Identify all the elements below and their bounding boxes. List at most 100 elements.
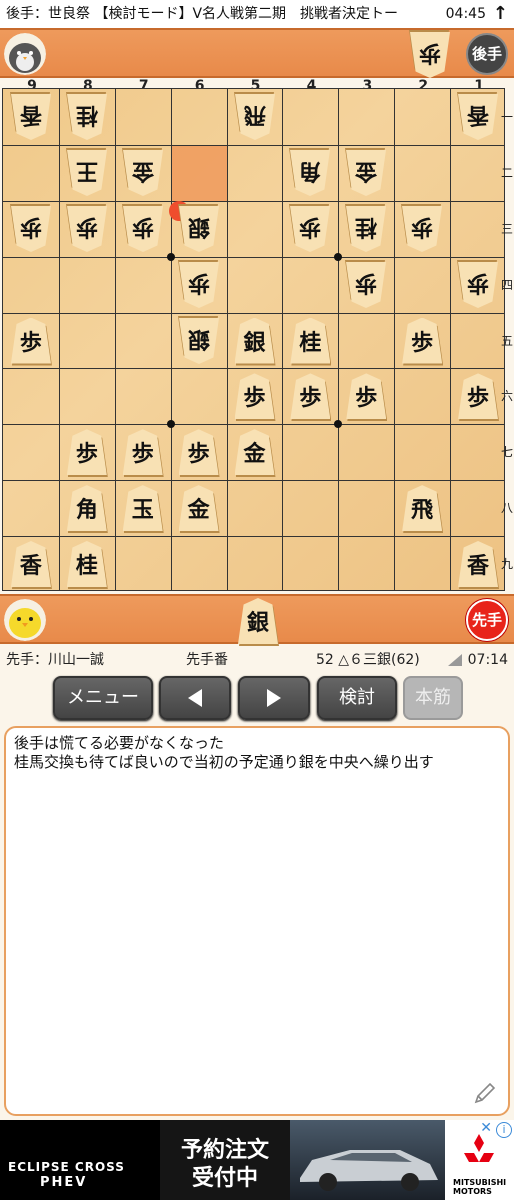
shogi-piece-sente[interactable]: 飛 xyxy=(402,485,444,534)
shogi-piece-gote[interactable]: 歩 xyxy=(67,206,107,252)
piece-glyph: 歩 xyxy=(19,329,42,356)
piece-glyph: 飛 xyxy=(411,497,434,524)
piece-glyph: 桂 xyxy=(355,213,378,240)
shogi-piece-sente[interactable]: 歩 xyxy=(402,317,444,366)
shogi-piece-gote[interactable]: 歩 xyxy=(402,206,442,252)
current-move: 52 △６三銀(62) xyxy=(316,652,420,668)
pencil-icon[interactable] xyxy=(472,1080,498,1106)
shogi-piece-gote[interactable]: 桂 xyxy=(346,206,386,252)
board-area: 987654321 香桂飛香王金角金歩歩歩銀歩桂歩歩歩歩銀歩銀桂歩歩歩歩歩歩歩歩… xyxy=(0,78,514,594)
shogi-piece-sente[interactable]: 銀 xyxy=(234,317,276,366)
shogi-piece-gote[interactable]: 飛 xyxy=(235,94,275,140)
piece-glyph: 金 xyxy=(243,441,266,468)
shogi-piece-sente[interactable]: 香 xyxy=(458,541,500,590)
piece-glyph: 金 xyxy=(355,157,378,184)
rank-label: 一 xyxy=(500,109,513,124)
mainline-button[interactable]: 本筋 xyxy=(403,676,463,720)
shogi-piece-gote[interactable]: 桂 xyxy=(67,94,107,140)
grid-line-vertical xyxy=(170,89,172,590)
piece-glyph: 歩 xyxy=(187,269,210,296)
shogi-piece-gote[interactable]: 歩 xyxy=(410,32,450,78)
piece-glyph: 王 xyxy=(75,157,98,184)
grid-line-horizontal xyxy=(3,424,504,426)
sente-avatar[interactable] xyxy=(4,599,46,641)
shogi-piece-gote[interactable]: 歩 xyxy=(123,206,163,252)
signal-triangle-icon xyxy=(448,654,462,666)
ad-brand-sub: PHEV xyxy=(40,1175,88,1190)
piece-glyph: 桂 xyxy=(299,329,322,356)
piece-glyph: 歩 xyxy=(243,385,266,412)
upload-arrow-icon: ↑ xyxy=(492,3,508,24)
sente-hand-area: 銀 先手 xyxy=(0,594,514,646)
triangle-right-icon xyxy=(267,689,281,707)
piece-glyph: 歩 xyxy=(299,213,322,240)
shogi-piece-gote[interactable]: 角 xyxy=(290,150,330,196)
shogi-piece-gote[interactable]: 王 xyxy=(67,150,107,196)
shogi-piece-sente[interactable]: 金 xyxy=(234,429,276,478)
piece-glyph: 歩 xyxy=(467,385,490,412)
shogi-piece-gote[interactable]: 歩 xyxy=(179,262,219,308)
info-icon[interactable]: i xyxy=(496,1122,512,1138)
shogi-piece-sente[interactable]: 歩 xyxy=(234,373,276,422)
chick-avatar-icon xyxy=(4,599,46,641)
shogi-piece-sente[interactable]: 歩 xyxy=(178,429,220,478)
grid-line-horizontal xyxy=(3,536,504,538)
menu-button[interactable]: メニュー xyxy=(53,676,153,720)
piece-glyph: 歩 xyxy=(355,269,378,296)
shogi-piece-sente[interactable]: 銀 xyxy=(238,598,279,646)
gote-hand-area: 歩 後手 xyxy=(0,28,514,78)
analysis-button[interactable]: 検討 xyxy=(317,676,397,720)
grid-line-vertical xyxy=(450,89,452,590)
gote-avatar[interactable] xyxy=(4,33,46,75)
comment-box[interactable]: 後手は慌てる必要がなくなった 桂馬交換も待てば良いので当初の予定通り銀を中央へ繰… xyxy=(4,726,510,1116)
status-bar: 後手：世良祭 【検討モード】V名人戦第二期 挑戦者決定トー 04:45 ↑ xyxy=(0,0,514,28)
close-icon[interactable]: ✕ xyxy=(480,1120,492,1136)
shogi-piece-gote[interactable]: 歩 xyxy=(346,262,386,308)
piece-glyph: 銀 xyxy=(187,325,210,352)
shogi-piece-gote[interactable]: 銀 xyxy=(179,318,219,364)
piece-glyph: 桂 xyxy=(75,553,98,580)
piece-glyph: 飛 xyxy=(243,101,266,128)
shogi-piece-sente[interactable]: 歩 xyxy=(122,429,164,478)
shogi-piece-gote[interactable]: 香 xyxy=(11,94,51,140)
shogi-piece-gote[interactable]: 歩 xyxy=(290,206,330,252)
shogi-piece-sente[interactable]: 歩 xyxy=(10,317,52,366)
grid-line-horizontal xyxy=(3,368,504,370)
shogi-piece-sente[interactable]: 桂 xyxy=(290,317,332,366)
rank-label: 六 xyxy=(500,389,513,404)
penguin-avatar-icon xyxy=(4,33,46,75)
piece-glyph: 歩 xyxy=(411,213,434,240)
shogi-piece-gote[interactable]: 歩 xyxy=(458,262,498,308)
next-move-button[interactable] xyxy=(238,676,310,720)
rank-label: 八 xyxy=(500,501,513,516)
piece-glyph: 歩 xyxy=(187,441,210,468)
shogi-piece-sente[interactable]: 香 xyxy=(10,541,52,590)
shogi-piece-sente[interactable]: 歩 xyxy=(346,373,388,422)
piece-glyph: 金 xyxy=(131,157,154,184)
shogi-piece-sente[interactable]: 歩 xyxy=(66,429,108,478)
rank-label: 九 xyxy=(500,557,513,572)
shogi-piece-sente[interactable]: 歩 xyxy=(458,373,500,422)
shogi-board[interactable]: 香桂飛香王金角金歩歩歩銀歩桂歩歩歩歩銀歩銀桂歩歩歩歩歩歩歩歩金角玉金飛香桂香 xyxy=(2,88,505,591)
shogi-piece-gote[interactable]: 歩 xyxy=(11,206,51,252)
shogi-piece-gote[interactable]: 金 xyxy=(123,150,163,196)
ad-car-image xyxy=(290,1120,445,1200)
shogi-piece-sente[interactable]: 歩 xyxy=(290,373,332,422)
piece-glyph: 歩 xyxy=(75,441,98,468)
shogi-piece-gote[interactable]: 香 xyxy=(458,94,498,140)
shogi-piece-sente[interactable]: 金 xyxy=(178,485,220,534)
status-title: 後手：世良祭 【検討モード】V名人戦第二期 挑戦者決定トー xyxy=(6,6,399,22)
shogi-piece-sente[interactable]: 角 xyxy=(66,485,108,534)
shogi-piece-sente[interactable]: 玉 xyxy=(122,485,164,534)
star-point xyxy=(334,420,343,429)
grid-line-vertical xyxy=(338,89,340,590)
shogi-piece-gote[interactable]: 銀 xyxy=(179,206,219,252)
grid-line-horizontal xyxy=(3,200,504,202)
shogi-piece-gote[interactable]: 金 xyxy=(346,150,386,196)
piece-glyph: 角 xyxy=(299,157,322,184)
ad-brand-name: ECLIPSE CROSS xyxy=(8,1160,125,1174)
shogi-piece-sente[interactable]: 桂 xyxy=(66,541,108,590)
prev-move-button[interactable] xyxy=(159,676,231,720)
comment-line: 後手は慌てる必要がなくなった xyxy=(14,734,225,752)
ad-banner[interactable]: ECLIPSE CROSS PHEV 予約注文 受付中 MITSUBISHI M… xyxy=(0,1120,514,1200)
